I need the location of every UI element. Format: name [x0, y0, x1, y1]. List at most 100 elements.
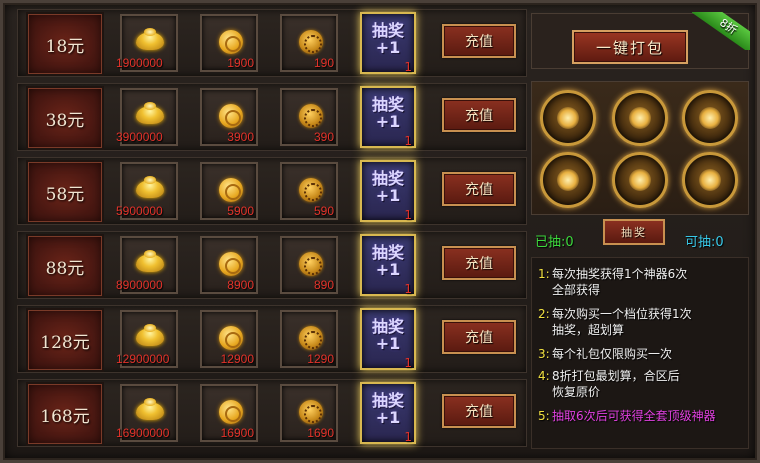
gold-coin-icon — [219, 104, 243, 128]
rule-number: 2: — [538, 307, 550, 321]
lottery-ticket-quantity: 1 — [404, 60, 412, 74]
lottery-ticket-slot[interactable]: 抽奖 +1 1 — [360, 86, 416, 148]
rule-item: 3: 每个礼包仅限购买一次 — [538, 346, 750, 362]
coin-quantity: 16900 — [220, 426, 254, 440]
tier-price: 18元 — [26, 12, 104, 76]
coin-quantity: 8900 — [227, 278, 254, 292]
lottery-ticket-slot[interactable]: 抽奖 +1 1 — [360, 308, 416, 370]
lottery-ticket-label: 抽奖 +1 — [371, 21, 404, 57]
medal-icon — [299, 178, 323, 202]
lottery-ticket-quantity: 1 — [404, 282, 412, 296]
tier-row: 168元 16900000 16900 1690 抽奖 +1 1 充值 — [17, 379, 527, 447]
lottery-ticket-slot[interactable]: 抽奖 +1 1 — [360, 12, 416, 74]
medal-icon — [299, 30, 323, 54]
ingot-reward-slot[interactable]: 1900000 — [116, 14, 178, 72]
lottery-ticket-label: 抽奖 +1 — [371, 95, 404, 131]
coin-reward-slot[interactable]: 3900 — [200, 88, 258, 146]
one-click-bundle-button[interactable]: 一键打包 — [572, 30, 688, 64]
artifact-glow — [699, 169, 721, 191]
tier-row: 128元 12900000 12900 1290 抽奖 +1 1 充值 — [17, 305, 527, 373]
medal-reward-slot[interactable]: 390 — [280, 88, 338, 146]
artifact-glow — [629, 107, 651, 129]
gold-coin-icon — [219, 30, 243, 54]
medal-quantity: 590 — [313, 204, 334, 218]
tier-row: 38元 3900000 3900 390 抽奖 +1 1 充值 — [17, 83, 527, 151]
medal-reward-slot[interactable]: 1690 — [280, 384, 338, 442]
recharge-tier-list: 18元 1900000 1900 190 抽奖 +1 1 充值 38元 3900… — [17, 9, 527, 454]
rule-text: 每次购买一个档位获得1次 — [552, 307, 692, 321]
artifact-orb-icon[interactable] — [612, 152, 668, 208]
available-count: 可抽:0 — [685, 235, 724, 250]
coin-reward-slot[interactable]: 16900 — [200, 384, 258, 442]
coin-quantity: 3900 — [227, 130, 254, 144]
artifact-glow — [557, 169, 579, 191]
artifact-orb-icon[interactable] — [540, 152, 596, 208]
recharge-button[interactable]: 充值 — [442, 172, 516, 206]
medal-reward-slot[interactable]: 190 — [280, 14, 338, 72]
tier-row: 88元 8900000 8900 890 抽奖 +1 1 充值 — [17, 231, 527, 299]
recharge-button[interactable]: 充值 — [442, 394, 516, 428]
artifact-orb-icon[interactable] — [682, 152, 738, 208]
artifact-glow — [699, 107, 721, 129]
artifact-glow — [629, 169, 651, 191]
lottery-ticket-slot[interactable]: 抽奖 +1 1 — [360, 160, 416, 222]
artifact-grid — [531, 81, 749, 215]
ingot-reward-slot[interactable]: 5900000 — [116, 162, 178, 220]
draw-button[interactable]: 抽奖 — [603, 219, 665, 245]
medal-icon — [299, 104, 323, 128]
draw-counts: 已抽:0 抽奖 可抽:0 — [531, 219, 749, 250]
lottery-ticket-quantity: 1 — [404, 356, 412, 370]
coin-reward-slot[interactable]: 1900 — [200, 14, 258, 72]
coin-quantity: 1900 — [227, 56, 254, 70]
gold-ingot-icon — [136, 324, 164, 346]
recharge-button[interactable]: 充值 — [442, 246, 516, 280]
lottery-ticket-label: 抽奖 +1 — [371, 169, 404, 205]
recharge-button[interactable]: 充值 — [442, 98, 516, 132]
medal-reward-slot[interactable]: 590 — [280, 162, 338, 220]
tier-price: 38元 — [26, 86, 104, 150]
coin-reward-slot[interactable]: 5900 — [200, 162, 258, 220]
ingot-reward-slot[interactable]: 12900000 — [116, 310, 178, 368]
lottery-ticket-slot[interactable]: 抽奖 +1 1 — [360, 382, 416, 444]
rule-item: 2: 每次购买一个档位获得1次 抽奖，超划算 — [538, 306, 750, 338]
gold-ingot-icon — [136, 176, 164, 198]
bundle-header: 一键打包 8折 — [531, 12, 750, 69]
lottery-ticket-quantity: 1 — [404, 430, 412, 444]
rule-item: 4: 8折打包最划算，合区后 恢复原价 — [538, 368, 750, 400]
rule-text-continued: 抽奖，超划算 — [552, 323, 625, 337]
rules-list: 1: 每次抽奖获得1个神器6次 全部获得 2: 每次购买一个档位获得1次 抽奖，超划算 3:… — [531, 257, 749, 449]
medal-quantity: 1690 — [307, 426, 334, 440]
recharge-button[interactable]: 充值 — [442, 24, 516, 58]
rule-text: 抽取6次后可获得全套顶级神器 — [552, 409, 716, 423]
recharge-button[interactable]: 充值 — [442, 320, 516, 354]
ingot-quantity: 3900000 — [116, 130, 163, 144]
tier-row: 58元 5900000 5900 590 抽奖 +1 1 充值 — [17, 157, 527, 225]
medal-quantity: 390 — [313, 130, 334, 144]
ingot-quantity: 8900000 — [116, 278, 163, 292]
ingot-reward-slot[interactable]: 8900000 — [116, 236, 178, 294]
rule-item: 1: 每次抽奖获得1个神器6次 全部获得 — [538, 266, 750, 298]
ingot-reward-slot[interactable]: 3900000 — [116, 88, 178, 146]
medal-reward-slot[interactable]: 890 — [280, 236, 338, 294]
medal-reward-slot[interactable]: 1290 — [280, 310, 338, 368]
discount-ribbon: 8折 — [692, 12, 750, 50]
ingot-reward-slot[interactable]: 16900000 — [116, 384, 178, 442]
tier-row: 18元 1900000 1900 190 抽奖 +1 1 充值 — [17, 9, 527, 77]
rule-text: 8折打包最划算，合区后 — [552, 369, 680, 383]
artifact-orb-icon[interactable] — [682, 90, 738, 146]
drawn-count: 已抽:0 — [535, 235, 574, 250]
ingot-quantity: 16900000 — [116, 426, 170, 440]
rule-item: 5: 抽取6次后可获得全套顶级神器 — [538, 408, 750, 424]
gold-ingot-icon — [136, 250, 164, 272]
gold-ingot-icon — [136, 398, 164, 420]
artifact-orb-icon[interactable] — [612, 90, 668, 146]
lottery-ticket-slot[interactable]: 抽奖 +1 1 — [360, 234, 416, 296]
gold-coin-icon — [219, 326, 243, 350]
coin-reward-slot[interactable]: 8900 — [200, 236, 258, 294]
medal-quantity: 190 — [313, 56, 334, 70]
tier-price: 168元 — [26, 382, 104, 446]
coin-reward-slot[interactable]: 12900 — [200, 310, 258, 368]
artifact-orb-icon[interactable] — [540, 90, 596, 146]
gold-coin-icon — [219, 178, 243, 202]
gold-coin-icon — [219, 400, 243, 424]
